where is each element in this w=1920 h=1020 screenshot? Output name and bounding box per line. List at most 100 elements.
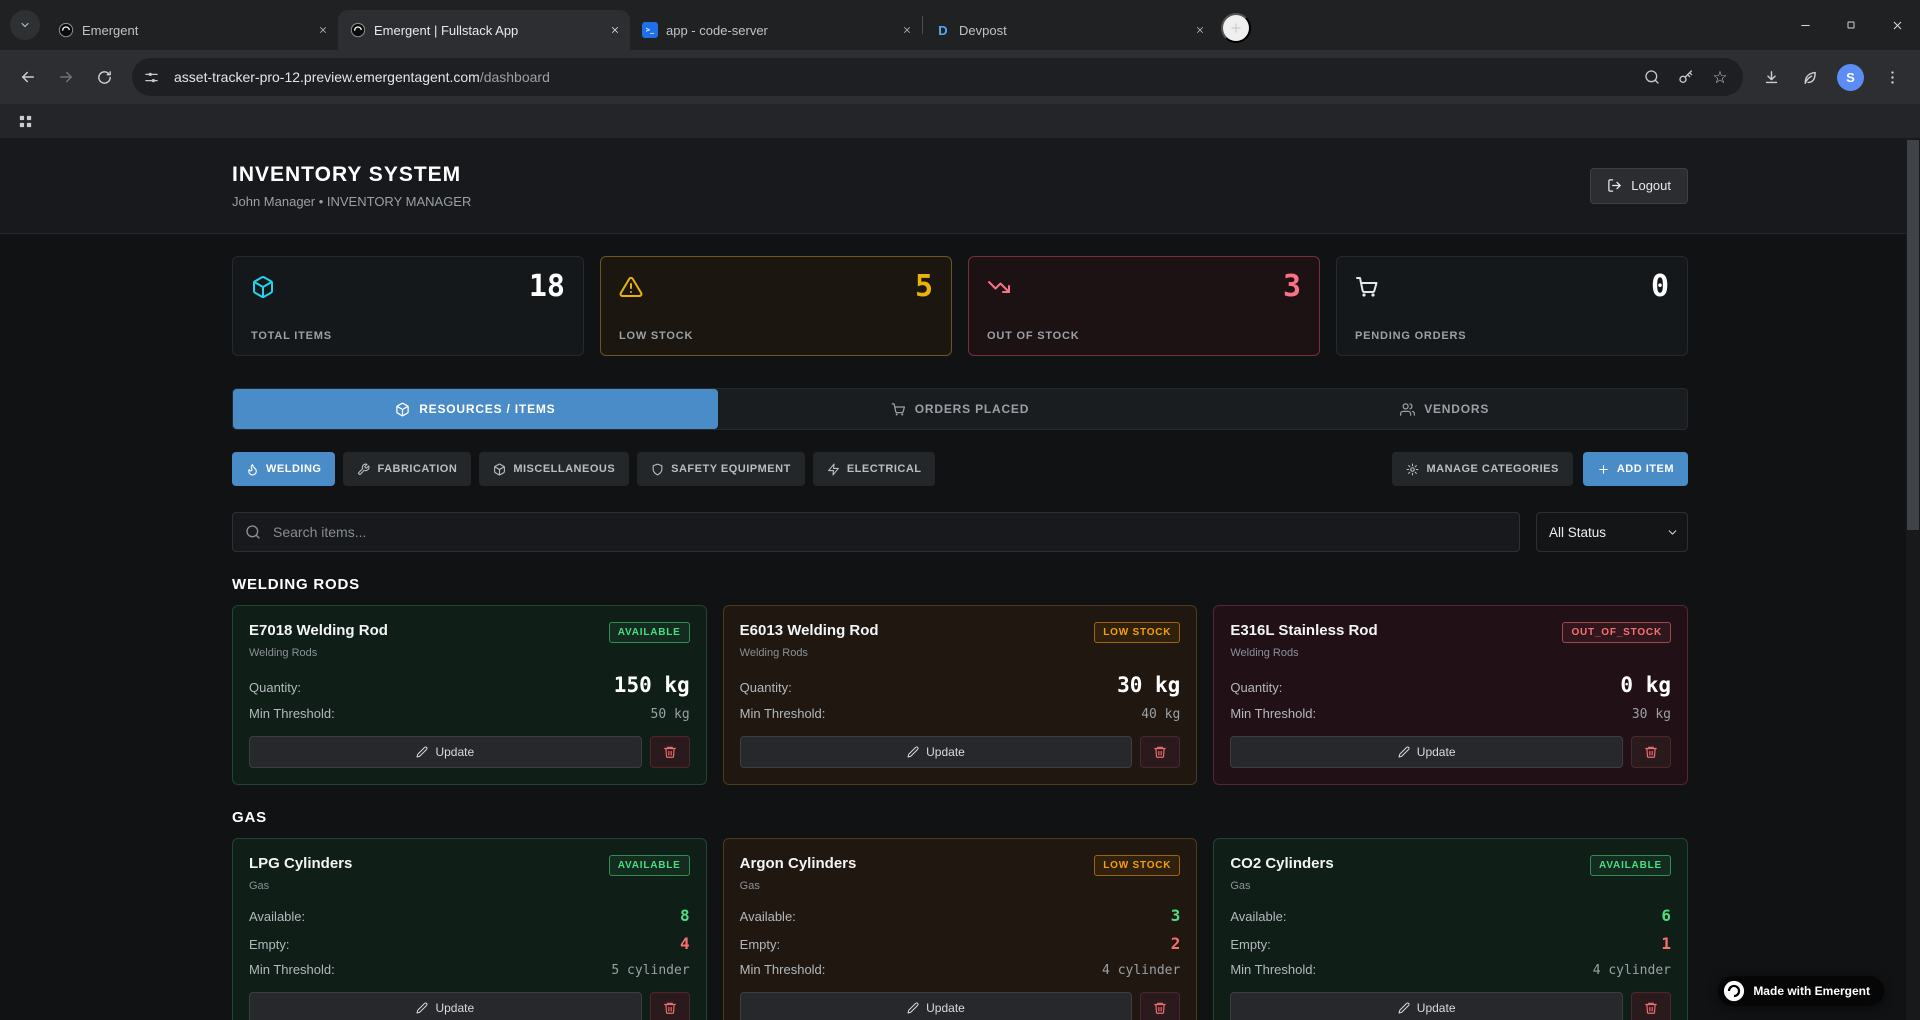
page-title: INVENTORY SYSTEM bbox=[232, 162, 462, 186]
item-card-lpg: LPG Cylinders AVAILABLE Gas Available: 8… bbox=[232, 838, 707, 1020]
minimize-button[interactable] bbox=[1782, 0, 1828, 50]
update-button[interactable]: Update bbox=[249, 992, 642, 1020]
update-button[interactable]: Update bbox=[1230, 736, 1623, 768]
item-name: E7018 Welding Rod bbox=[249, 622, 388, 639]
threshold-value: 30 kg bbox=[1631, 707, 1671, 722]
password-key-icon[interactable] bbox=[1671, 62, 1701, 92]
logout-button[interactable]: Logout bbox=[1590, 167, 1688, 204]
status-badge: AVAILABLE bbox=[608, 622, 690, 643]
stat-label: PENDING ORDERS bbox=[1355, 330, 1467, 342]
item-name: E6013 Welding Rod bbox=[739, 622, 879, 639]
item-name: Argon Cylinders bbox=[739, 855, 857, 872]
back-icon[interactable] bbox=[10, 59, 46, 95]
tab-close-icon[interactable] bbox=[314, 21, 332, 39]
tab-close-icon[interactable] bbox=[606, 21, 624, 39]
new-tab-button[interactable] bbox=[1221, 13, 1251, 43]
download-icon[interactable] bbox=[1753, 59, 1789, 95]
item-card-argon: Argon Cylinders LOW STOCK Gas Available:… bbox=[722, 838, 1198, 1020]
delete-button[interactable] bbox=[1140, 992, 1181, 1020]
status-filter-select[interactable]: All Status bbox=[1536, 512, 1688, 552]
page: INVENTORY SYSTEM John Manager • INVENTOR… bbox=[0, 138, 1920, 1020]
window-controls bbox=[1782, 0, 1920, 50]
maximize-button[interactable] bbox=[1828, 0, 1874, 50]
category-electrical[interactable]: ELECTRICAL bbox=[812, 452, 936, 486]
zap-icon bbox=[827, 463, 840, 476]
empty-value: 4 bbox=[680, 934, 690, 953]
delete-button[interactable] bbox=[649, 736, 690, 768]
box-icon bbox=[493, 463, 506, 476]
tab-title: Emergent bbox=[82, 22, 139, 38]
zoom-search-icon[interactable] bbox=[1637, 62, 1667, 92]
browser-tab[interactable]: Emergent bbox=[46, 10, 338, 50]
address-bar[interactable]: asset-tracker-pro-12.preview.emergentage… bbox=[132, 58, 1743, 96]
stat-card-pending-orders: 0 PENDING ORDERS bbox=[1336, 256, 1688, 356]
delete-button[interactable] bbox=[649, 992, 690, 1020]
close-button[interactable] bbox=[1874, 0, 1920, 50]
browser-menu-icon[interactable] bbox=[1874, 59, 1910, 95]
site-info-icon[interactable] bbox=[136, 62, 166, 92]
tab-title: Devpost bbox=[959, 22, 1007, 38]
update-button[interactable]: Update bbox=[739, 992, 1133, 1020]
reload-icon[interactable] bbox=[86, 59, 122, 95]
shopping-cart-icon bbox=[1355, 275, 1379, 299]
section-title-gas: GAS bbox=[232, 809, 267, 826]
manage-categories-button[interactable]: MANAGE CATEGORIES bbox=[1392, 452, 1573, 486]
main-tabs: RESOURCES / ITEMS ORDERS PLACED VENDORS bbox=[232, 388, 1688, 430]
apps-grid-icon[interactable] bbox=[12, 108, 38, 134]
trending-down-icon bbox=[987, 275, 1011, 299]
forward-icon[interactable] bbox=[48, 59, 84, 95]
item-category: Gas bbox=[1230, 880, 1251, 892]
stat-label: LOW STOCK bbox=[619, 330, 694, 342]
item-name: CO2 Cylinders bbox=[1230, 855, 1334, 872]
category-miscellaneous[interactable]: MISCELLANEOUS bbox=[479, 452, 630, 486]
empty-value: 1 bbox=[1661, 934, 1671, 953]
update-button[interactable]: Update bbox=[249, 736, 642, 768]
logout-icon bbox=[1607, 178, 1622, 193]
tab-search-button[interactable] bbox=[10, 10, 40, 40]
category-safety-equipment[interactable]: SAFETY EQUIPMENT bbox=[637, 452, 805, 486]
profile-avatar[interactable]: S bbox=[1837, 63, 1864, 91]
item-category: Gas bbox=[739, 880, 760, 892]
item-card-e7018: E7018 Welding Rod AVAILABLE Welding Rods… bbox=[232, 605, 707, 785]
stat-value: 5 bbox=[914, 269, 933, 304]
shopping-cart-icon bbox=[891, 402, 906, 417]
browser-tab[interactable]: >_ app - code-server bbox=[630, 10, 922, 50]
flame-icon bbox=[246, 463, 259, 476]
status-badge: AVAILABLE bbox=[608, 855, 690, 876]
bookmarks-bar bbox=[0, 104, 1920, 138]
add-item-button[interactable]: ADD ITEM bbox=[1582, 452, 1688, 486]
scrollbar-thumb[interactable] bbox=[1907, 140, 1919, 530]
delete-button[interactable] bbox=[1630, 736, 1671, 768]
eco-leaf-icon[interactable] bbox=[1791, 59, 1827, 95]
search-icon bbox=[245, 524, 261, 540]
delete-button[interactable] bbox=[1140, 736, 1181, 768]
update-button[interactable]: Update bbox=[1230, 992, 1623, 1020]
bookmark-star-icon[interactable]: ☆ bbox=[1705, 62, 1735, 92]
update-button[interactable]: Update bbox=[739, 736, 1133, 768]
trash-icon bbox=[663, 1001, 677, 1015]
browser-tab-active[interactable]: Emergent | Fullstack App bbox=[338, 10, 630, 50]
browser-tab[interactable]: D Devpost bbox=[923, 10, 1215, 50]
category-fabrication[interactable]: FABRICATION bbox=[343, 452, 472, 486]
tab-vendors[interactable]: VENDORS bbox=[1202, 389, 1687, 429]
trash-icon bbox=[1153, 1001, 1167, 1015]
made-with-emergent-badge[interactable]: Made with Emergent bbox=[1718, 976, 1884, 1006]
tab-close-icon[interactable] bbox=[898, 21, 916, 39]
tab-resources-items[interactable]: RESOURCES / ITEMS bbox=[233, 389, 718, 429]
wrench-icon bbox=[357, 463, 370, 476]
available-value: 6 bbox=[1661, 906, 1671, 925]
category-welding[interactable]: WELDING bbox=[232, 452, 336, 486]
tab-close-icon[interactable] bbox=[1191, 21, 1209, 39]
page-scrollbar[interactable] bbox=[1906, 138, 1920, 1020]
tab-orders-placed[interactable]: ORDERS PLACED bbox=[718, 389, 1203, 429]
browser-window: Emergent Emergent | Fullstack App >_ app… bbox=[0, 0, 1920, 138]
url-text[interactable]: asset-tracker-pro-12.preview.emergentage… bbox=[174, 69, 550, 85]
available-value: 8 bbox=[680, 906, 690, 925]
code-server-favicon: >_ bbox=[642, 22, 658, 38]
search-row: All Status bbox=[232, 512, 1688, 552]
plus-icon bbox=[1597, 463, 1610, 476]
empty-value: 2 bbox=[1170, 934, 1181, 953]
search-input[interactable] bbox=[232, 512, 1520, 552]
delete-button[interactable] bbox=[1630, 992, 1671, 1020]
alert-triangle-icon bbox=[619, 275, 643, 299]
